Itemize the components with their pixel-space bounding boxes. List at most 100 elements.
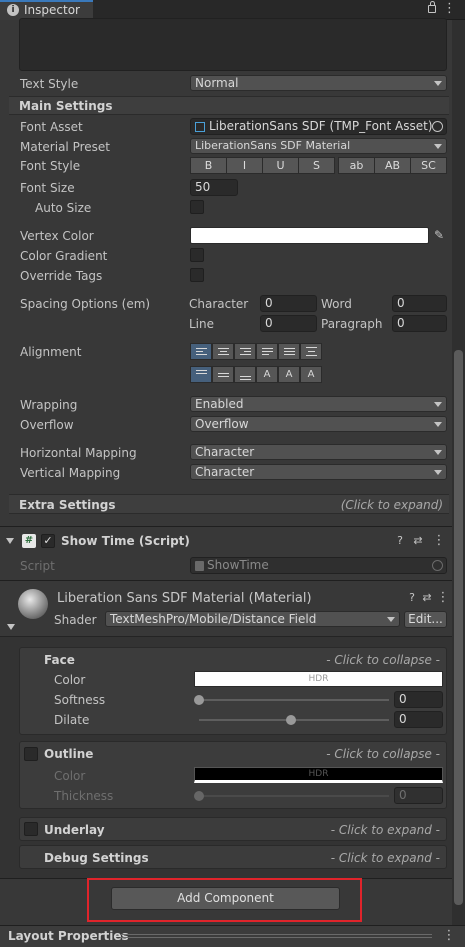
- softness-slider-track[interactable]: [199, 699, 389, 701]
- override-tags-checkbox[interactable]: [190, 268, 204, 282]
- extra-settings-header[interactable]: Extra Settings (Click to expand): [9, 494, 449, 514]
- font-asset-field[interactable]: LiberationSans SDF (TMP_Font Asset): [190, 118, 447, 135]
- foldout-arrow-icon[interactable]: [7, 624, 15, 630]
- outline-hint[interactable]: - Click to collapse -: [326, 746, 440, 762]
- align-baseline-button[interactable]: A: [256, 366, 278, 383]
- shader-edit-button[interactable]: Edit...: [404, 611, 447, 628]
- dilate-label: Dilate: [54, 713, 90, 727]
- kebab-menu-icon[interactable]: ⋮: [436, 591, 450, 605]
- align-middle-button[interactable]: [212, 366, 234, 383]
- wrapping-dropdown[interactable]: Enabled: [190, 396, 447, 412]
- debug-settings-header[interactable]: Debug Settings: [44, 850, 149, 866]
- show-time-title: Show Time (Script): [61, 534, 190, 548]
- font-style-bold-button[interactable]: B: [190, 157, 227, 174]
- align-left-button[interactable]: [190, 343, 212, 360]
- shader-dropdown[interactable]: TextMeshPro/Mobile/Distance Field: [105, 611, 400, 627]
- shader-label: Shader: [54, 613, 97, 627]
- softness-slider-handle[interactable]: [194, 695, 204, 705]
- drag-handle-icon[interactable]: [120, 934, 432, 938]
- add-component-button[interactable]: Add Component: [111, 887, 340, 910]
- align-center-button[interactable]: [212, 343, 234, 360]
- preset-icon[interactable]: ⇄: [420, 591, 434, 605]
- help-icon[interactable]: ?: [405, 591, 419, 605]
- align-bottom-button[interactable]: [234, 366, 256, 383]
- kebab-menu-icon[interactable]: ⋮: [442, 929, 456, 943]
- face-color-label: Color: [54, 673, 86, 687]
- underlay-checkbox[interactable]: [24, 822, 38, 836]
- object-picker-icon: [432, 560, 443, 571]
- kebab-menu-icon[interactable]: ⋮: [432, 534, 446, 548]
- overflow-dropdown[interactable]: Overflow: [190, 416, 447, 432]
- inspector-tab[interactable]: i Inspector: [0, 0, 93, 20]
- horizontal-mapping-dropdown[interactable]: Character: [190, 444, 447, 460]
- show-time-header[interactable]: # ✓ Show Time (Script) ? ⇄ ⋮: [0, 531, 452, 551]
- thickness-slider-track: [199, 795, 389, 797]
- align-justified-button[interactable]: [256, 343, 278, 360]
- paragraph-spacing-input[interactable]: 0: [392, 315, 447, 332]
- underlay-header[interactable]: Underlay: [44, 822, 105, 838]
- scrollbar-thumb[interactable]: [454, 350, 463, 905]
- softness-input[interactable]: 0: [394, 691, 443, 708]
- auto-size-checkbox[interactable]: [190, 200, 204, 214]
- face-color-swatch[interactable]: HDR: [194, 671, 443, 687]
- thickness-input: 0: [394, 787, 443, 804]
- material-preset-dropdown[interactable]: LiberationSans SDF Material: [190, 138, 447, 154]
- alignment-label: Alignment: [20, 345, 82, 359]
- word-spacing-input[interactable]: 0: [392, 295, 447, 312]
- auto-size-label: Auto Size: [35, 201, 92, 215]
- align-top-button[interactable]: [190, 366, 212, 383]
- face-header[interactable]: Face: [44, 652, 75, 668]
- align-right-button[interactable]: [234, 343, 256, 360]
- lock-icon[interactable]: [428, 5, 436, 13]
- outline-checkbox[interactable]: [24, 747, 38, 761]
- softness-label: Softness: [54, 693, 106, 707]
- font-style-strikethrough-button[interactable]: S: [298, 157, 335, 174]
- shader-value: TextMeshPro/Mobile/Distance Field: [110, 612, 317, 626]
- material-preview-icon: [18, 589, 48, 619]
- eyedropper-icon[interactable]: ✎: [431, 227, 447, 244]
- font-size-input[interactable]: 50: [190, 179, 238, 196]
- layout-properties-bar[interactable]: Layout Properties ⋮: [0, 925, 465, 947]
- font-asset-label: Font Asset: [20, 120, 83, 134]
- preset-icon[interactable]: ⇄: [411, 534, 425, 548]
- color-gradient-checkbox[interactable]: [190, 248, 204, 262]
- underlay-hint[interactable]: - Click to expand -: [331, 822, 440, 838]
- character-spacing-input[interactable]: 0: [260, 295, 317, 312]
- align-flush-button[interactable]: [278, 343, 300, 360]
- font-style-uppercase-button[interactable]: AB: [374, 157, 411, 174]
- debug-settings-hint[interactable]: - Click to expand -: [331, 850, 440, 866]
- thickness-slider-handle: [194, 791, 204, 801]
- component-divider: [0, 526, 452, 527]
- vertical-mapping-dropdown[interactable]: Character: [190, 464, 447, 480]
- info-icon: i: [7, 4, 19, 16]
- chevron-down-icon: [434, 450, 442, 455]
- align-midline-button[interactable]: A: [278, 366, 300, 383]
- color-gradient-label: Color Gradient: [20, 249, 108, 263]
- vertex-color-swatch[interactable]: [190, 227, 429, 244]
- word-spacing-label: Word: [321, 297, 352, 311]
- text-style-dropdown[interactable]: Normal: [190, 75, 447, 91]
- outline-header[interactable]: Outline: [44, 746, 93, 762]
- enabled-checkbox[interactable]: ✓: [41, 534, 55, 548]
- foldout-arrow-icon[interactable]: [6, 538, 14, 544]
- object-picker-icon[interactable]: [432, 121, 443, 132]
- font-style-lowercase-button[interactable]: ab: [338, 157, 375, 174]
- line-spacing-input[interactable]: 0: [260, 315, 317, 332]
- outline-hdr-label: HDR: [308, 769, 329, 779]
- kebab-menu-icon[interactable]: ⋮: [443, 1, 456, 17]
- font-style-italic-button[interactable]: I: [226, 157, 263, 174]
- font-style-smallcaps-button[interactable]: SC: [410, 157, 447, 174]
- line-spacing-label: Line: [189, 317, 215, 331]
- text-input-area[interactable]: [19, 18, 447, 71]
- face-hint[interactable]: - Click to collapse -: [326, 652, 440, 668]
- overflow-label: Overflow: [20, 418, 74, 432]
- main-settings-header[interactable]: Main Settings: [9, 96, 449, 115]
- dilate-slider-handle[interactable]: [286, 715, 296, 725]
- chevron-down-icon: [434, 144, 442, 149]
- align-capline-button[interactable]: A: [300, 366, 322, 383]
- layout-properties-title: Layout Properties: [8, 929, 129, 943]
- font-style-underline-button[interactable]: U: [262, 157, 299, 174]
- dilate-input[interactable]: 0: [394, 711, 443, 728]
- align-geometry-center-button[interactable]: [300, 343, 322, 360]
- help-icon[interactable]: ?: [393, 534, 407, 548]
